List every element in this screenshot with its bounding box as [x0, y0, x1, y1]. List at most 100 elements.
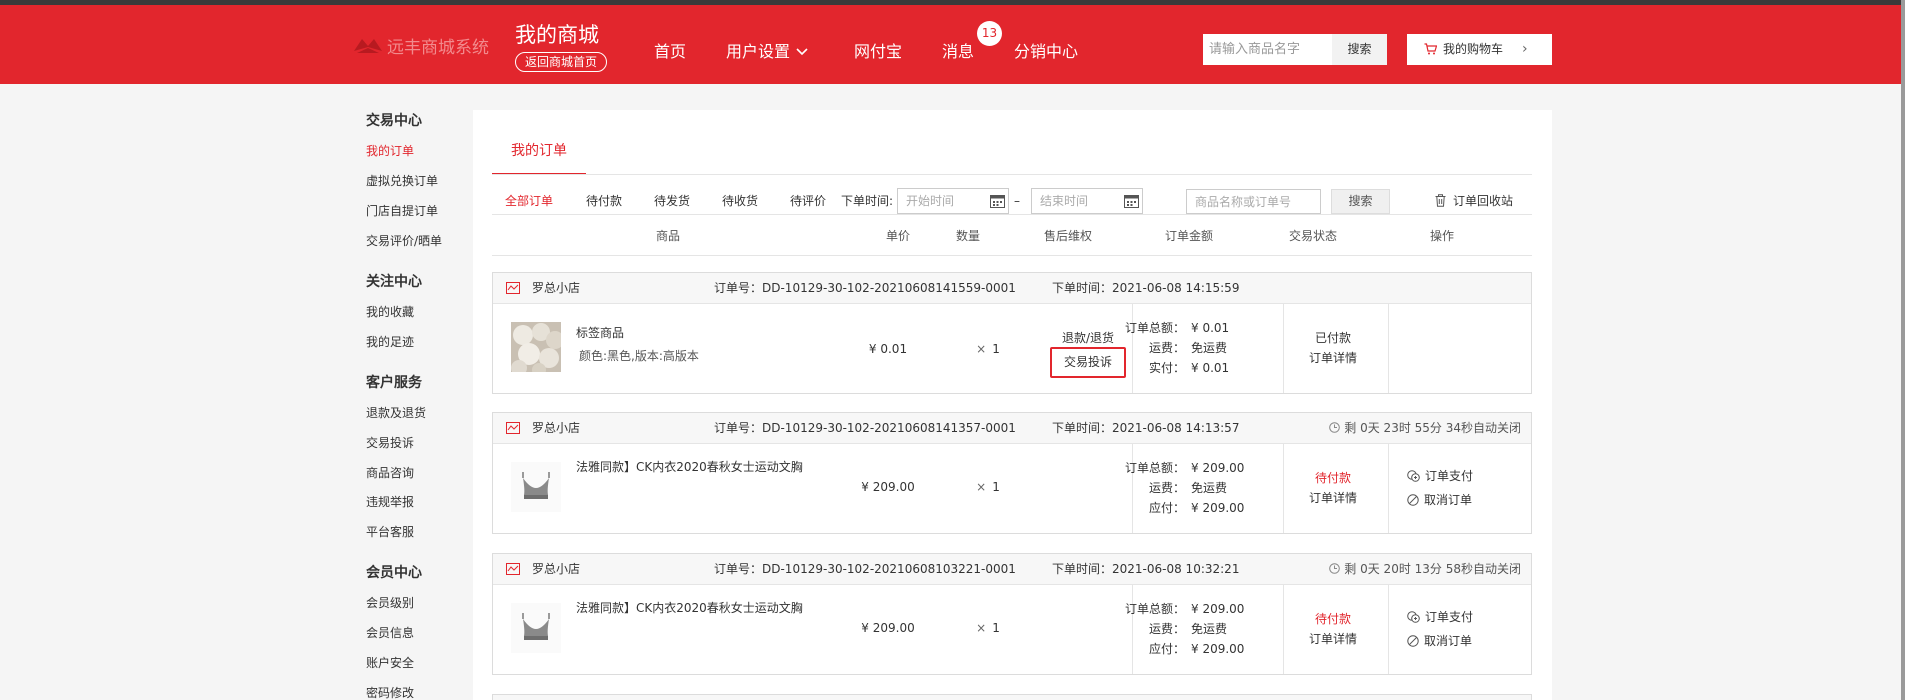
shop-name[interactable]: 罗总小店	[532, 273, 580, 304]
filter-pending-shipment[interactable]: 待发货	[654, 188, 690, 214]
product-name[interactable]: 标签商品	[576, 324, 624, 341]
nav-user-settings-label: 用户设置	[726, 42, 791, 61]
sidebar-item-favorites[interactable]: 我的收藏	[366, 303, 414, 320]
shipping-fee: 免运费	[1191, 481, 1228, 495]
order-time: 下单时间：2021-06-08 14:13:57	[1052, 421, 1240, 435]
product-name[interactable]: 法雅同款】CK内衣2020春秋女士运动文胸	[576, 458, 803, 475]
filter-pending-payment[interactable]: 待付款	[586, 188, 622, 214]
countdown-text: 剩 0天 20时 13分 58秒自动关闭	[1344, 562, 1521, 576]
order-amounts: 订单总额： ¥ 0.01 运费： 免运费 实付： ¥ 0.01	[1121, 318, 1229, 378]
filter-all-orders[interactable]: 全部订单	[505, 188, 553, 214]
shop-name[interactable]: 罗总小店	[532, 554, 580, 585]
site-logo[interactable]: 远丰商城系统	[353, 33, 489, 58]
date-separator: –	[1014, 194, 1020, 208]
pay-order-label: 订单支付	[1425, 610, 1474, 624]
order-status-cell: 待付款 订单详情	[1283, 609, 1383, 649]
cancel-order-button[interactable]: 取消订单	[1407, 629, 1473, 653]
product-thumbnail[interactable]	[511, 462, 561, 512]
sidebar-item-member-info[interactable]: 会员信息	[366, 624, 414, 641]
order-detail-link[interactable]: 订单详情	[1283, 488, 1383, 508]
nav-messages[interactable]: 消息	[942, 41, 974, 63]
sidebar-item-my-orders[interactable]: 我的订单	[366, 142, 414, 159]
sidebar-item-pickup-orders[interactable]: 门店自提订单	[366, 202, 438, 219]
cart-label: 我的购物车	[1443, 42, 1504, 56]
trade-complaint-button[interactable]: 交易投诉	[1050, 347, 1126, 378]
order-card-header: 罗总小店 订单号：DD-10129-30-102-20210608141559-…	[493, 273, 1531, 304]
calendar-icon[interactable]	[1124, 194, 1139, 208]
back-to-mall-button[interactable]: 返回商城首页	[515, 52, 608, 72]
order-total: ¥ 0.01	[1191, 321, 1230, 335]
order-recycle-bin-link[interactable]: 订单回收站	[1435, 188, 1514, 214]
nav-distribution[interactable]: 分销中心	[1014, 41, 1078, 63]
order-card: 罗总小店 订单号：DD-10129-30-102-20210608103221-…	[492, 553, 1532, 675]
order-total: ¥ 209.00	[1191, 461, 1245, 475]
recycle-bin-label: 订单回收站	[1453, 194, 1514, 208]
sidebar-item-reviews[interactable]: 交易评价/晒单	[366, 232, 442, 249]
scrollbar[interactable]	[1901, 0, 1905, 700]
header-divider	[492, 255, 1532, 256]
cancel-order-label: 取消订单	[1424, 493, 1473, 507]
tab-my-orders[interactable]: 我的订单	[492, 136, 586, 175]
cancel-order-button[interactable]: 取消订单	[1407, 488, 1473, 512]
clock-icon	[1329, 563, 1341, 574]
shop-name[interactable]: 罗总小店	[532, 413, 580, 444]
sidebar-item-consult[interactable]: 商品咨询	[366, 464, 414, 481]
cancel-icon	[1407, 494, 1419, 506]
clock-icon	[1329, 422, 1341, 433]
column-divider	[1388, 304, 1389, 393]
order-date-label: 下单时间:	[841, 194, 894, 208]
sidebar-item-change-password[interactable]: 密码修改	[366, 684, 414, 700]
site-header: 远丰商城系统 我的商城 返回商城首页 首页 用户设置 网付宝 消息 分销中心 1…	[0, 5, 1905, 84]
order-actions: 订单支付 取消订单	[1407, 464, 1473, 512]
sidebar-group-trade: 交易中心	[366, 113, 422, 129]
pay-order-button[interactable]: 订单支付	[1407, 464, 1473, 488]
shop-icon	[506, 563, 520, 575]
order-detail-link[interactable]: 订单详情	[1283, 348, 1383, 368]
shop-icon	[506, 422, 520, 434]
order-detail-link[interactable]: 订单详情	[1283, 629, 1383, 649]
order-card	[492, 694, 1532, 700]
calendar-icon[interactable]	[990, 194, 1005, 208]
column-header-status: 交易状态	[1288, 229, 1337, 243]
sidebar-item-refunds[interactable]: 退款及退货	[366, 404, 426, 421]
order-status-cell: 待付款 订单详情	[1283, 468, 1383, 508]
shipping-label: 运费：	[1148, 481, 1185, 495]
pay-order-button[interactable]: 订单支付	[1407, 605, 1473, 629]
sidebar-item-account-security[interactable]: 账户安全	[366, 654, 414, 671]
product-name[interactable]: 法雅同款】CK内衣2020春秋女士运动文胸	[576, 599, 803, 616]
order-time: 下单时间：2021-06-08 14:15:59	[1052, 281, 1240, 295]
pay-order-label: 订单支付	[1425, 469, 1474, 483]
tab-divider	[492, 174, 1532, 175]
product-search-input[interactable]	[1203, 34, 1332, 65]
order-card: 罗总小店 订单号：DD-10129-30-102-20210608141559-…	[492, 272, 1532, 394]
sidebar-group-member: 会员中心	[366, 565, 422, 581]
order-status: 待付款	[1314, 471, 1351, 485]
order-total: ¥ 209.00	[1191, 602, 1245, 616]
cancel-order-label: 取消订单	[1424, 634, 1473, 648]
order-card-body: 法雅同款】CK内衣2020春秋女士运动文胸 ¥ 209.00 × 1 订单总额： ¥…	[493, 585, 1531, 674]
order-number: 订单号：DD-10129-30-102-20210608141357-0001	[714, 421, 1016, 435]
column-header-aftersale: 售后维权	[1043, 229, 1092, 243]
trash-icon	[1435, 194, 1446, 207]
order-search-button[interactable]: 搜索	[1331, 189, 1390, 214]
sidebar-item-report[interactable]: 违规举报	[366, 493, 414, 510]
order-actions: 订单支付 取消订单	[1407, 605, 1473, 653]
sidebar-item-footprints[interactable]: 我的足迹	[366, 333, 414, 350]
order-card-header: 罗总小店 订单号：DD-10129-30-102-20210608103221-…	[493, 554, 1531, 585]
sidebar-item-virtual-orders[interactable]: 虚拟兑换订单	[366, 172, 438, 189]
sidebar-item-member-level[interactable]: 会员级别	[366, 594, 414, 611]
order-search-input[interactable]	[1186, 189, 1321, 214]
filter-pending-receipt[interactable]: 待收货	[722, 188, 758, 214]
product-search-button[interactable]: 搜索	[1332, 34, 1387, 65]
quantity: × 1	[963, 342, 1013, 356]
sidebar-item-platform-service[interactable]: 平台客服	[366, 523, 414, 540]
sidebar-item-complaints[interactable]: 交易投诉	[366, 434, 414, 451]
shopping-cart-button[interactable]: 我的购物车 ›	[1407, 34, 1552, 65]
product-thumbnail[interactable]	[511, 603, 561, 653]
nav-home[interactable]: 首页	[654, 41, 686, 63]
filter-pending-review[interactable]: 待评价	[790, 188, 826, 214]
nav-wangfubao[interactable]: 网付宝	[854, 41, 902, 63]
product-thumbnail[interactable]	[511, 322, 561, 372]
unit-price: ¥ 209.00	[861, 621, 915, 635]
nav-user-settings[interactable]: 用户设置	[726, 41, 808, 65]
